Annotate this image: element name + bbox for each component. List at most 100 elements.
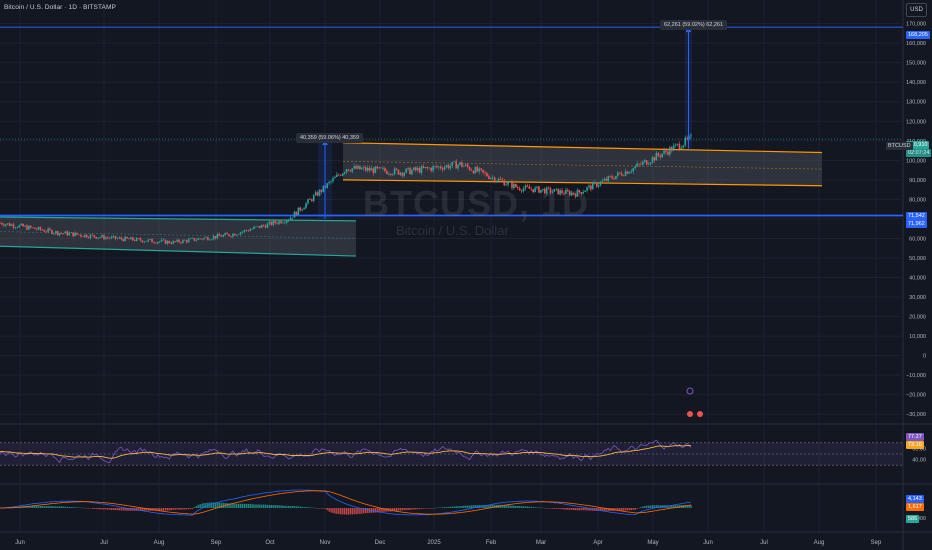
candle-body: [276, 223, 278, 224]
macd-histogram-bar: [201, 503, 203, 508]
candle-body: [80, 234, 82, 237]
macd-histogram-bar: [274, 505, 276, 508]
candle-body: [451, 161, 454, 166]
candle-body: [262, 225, 265, 226]
candle-body: [108, 237, 111, 239]
candle-body: [249, 229, 252, 232]
macd-histogram-bar: [70, 507, 72, 508]
candle-body: [274, 220, 277, 224]
candle-body: [118, 237, 121, 239]
macd-histogram-bar: [305, 507, 307, 508]
macd-histogram-bar: [649, 505, 652, 508]
candle-body: [266, 223, 269, 228]
candle-body: [28, 225, 30, 230]
candle-body: [70, 232, 73, 233]
macd-histogram-bar: [436, 507, 438, 509]
macd-histogram-bar: [451, 506, 454, 508]
macd-histogram-bar: [187, 508, 190, 510]
candle-body: [364, 167, 367, 171]
candle-body: [24, 225, 26, 227]
candle-body: [634, 166, 636, 169]
macd-histogram-bar: [372, 508, 375, 513]
candle-body: [110, 236, 113, 239]
y-tick-label: 130,000: [906, 100, 926, 106]
candle-body: [210, 239, 213, 240]
y-tick-label: 20,000: [909, 315, 926, 321]
macd-histogram-bar: [114, 508, 117, 511]
candle-body: [193, 237, 196, 241]
candle-body: [178, 239, 180, 243]
candle-body: [58, 233, 61, 236]
symbol-header[interactable]: Bitcoin / U.S. Dollar · 1D · BITSTAMP: [4, 4, 116, 11]
macd-histogram-bar: [434, 507, 436, 509]
macd-histogram-bar: [95, 508, 97, 509]
candle-body: [478, 168, 481, 172]
macd-histogram-bar: [397, 508, 400, 511]
macd-histogram-bar: [509, 505, 511, 508]
candle-body: [145, 241, 148, 242]
candle-body: [630, 171, 633, 173]
macd-histogram-bar: [455, 506, 457, 508]
candle-body: [426, 167, 429, 169]
measure-label-2[interactable]: 62,261 (59.02%) 62,261: [660, 20, 728, 30]
candle-body: [386, 171, 388, 174]
candle-body: [122, 239, 124, 242]
macd-histogram-bar: [220, 502, 223, 508]
macd-histogram-bar: [555, 508, 557, 509]
macd-histogram-bar: [334, 508, 336, 514]
macd-histogram-bar: [232, 503, 234, 508]
macd-histogram-bar: [339, 508, 342, 515]
currency-button[interactable]: USD: [906, 3, 927, 17]
candle-body: [670, 147, 673, 151]
chart-canvas[interactable]: Jun Jul Aug Sep Oct Nov Dec 2025 Feb Mar Apr May Jun…: [0, 0, 932, 550]
candle-body: [45, 231, 47, 233]
measure-label-1[interactable]: 40,359 (59.06%) 40,359: [296, 133, 364, 143]
candle-body: [149, 238, 151, 240]
candle-body: [314, 192, 317, 196]
candle-body: [669, 147, 671, 155]
candle-body: [243, 230, 246, 232]
macd-histogram-bar: [239, 503, 242, 508]
macd-histogram-bar: [347, 508, 350, 515]
candle-body: [33, 227, 36, 229]
candle-body: [339, 175, 342, 176]
y-tick-label: 60,000: [909, 236, 926, 242]
macd-histogram-bar: [530, 506, 532, 508]
candle-body: [416, 168, 419, 171]
candle-body: [207, 237, 209, 241]
macd-histogram-bar: [286, 505, 288, 508]
candle-body: [497, 178, 500, 181]
candle-body: [126, 236, 128, 239]
candle-body: [647, 163, 650, 165]
candle-body: [301, 209, 303, 211]
x-tick-label: Jul: [760, 540, 768, 546]
candle-body: [432, 166, 434, 171]
macd-histogram-bar: [572, 508, 575, 511]
candle-body: [480, 168, 482, 170]
macd-histogram-bar: [176, 508, 178, 510]
macd-histogram-bar: [280, 505, 282, 508]
candle-body: [253, 226, 255, 229]
macd-histogram-bar: [53, 506, 55, 508]
macd-histogram-bar: [565, 508, 567, 510]
candle-body: [251, 228, 253, 230]
macd-histogram-bar: [80, 507, 82, 509]
candle-body: [235, 234, 238, 236]
candle-body: [620, 173, 623, 176]
x-tick-label: Oct: [265, 540, 275, 546]
candle-body: [470, 170, 473, 171]
candle-body: [39, 227, 42, 230]
candle-body: [678, 143, 681, 149]
macd-histogram-bar: [507, 505, 509, 508]
candle-body: [428, 167, 431, 169]
candle-body: [491, 177, 494, 179]
candle-body: [81, 236, 84, 237]
candle-body: [403, 172, 406, 176]
macd-histogram-bar: [642, 506, 644, 508]
candle-body: [203, 237, 205, 240]
macd-histogram-bar: [528, 506, 531, 508]
candle-body: [97, 237, 99, 239]
candle-body: [166, 240, 169, 244]
macd-histogram-bar: [411, 508, 413, 510]
candle-body: [147, 239, 150, 242]
